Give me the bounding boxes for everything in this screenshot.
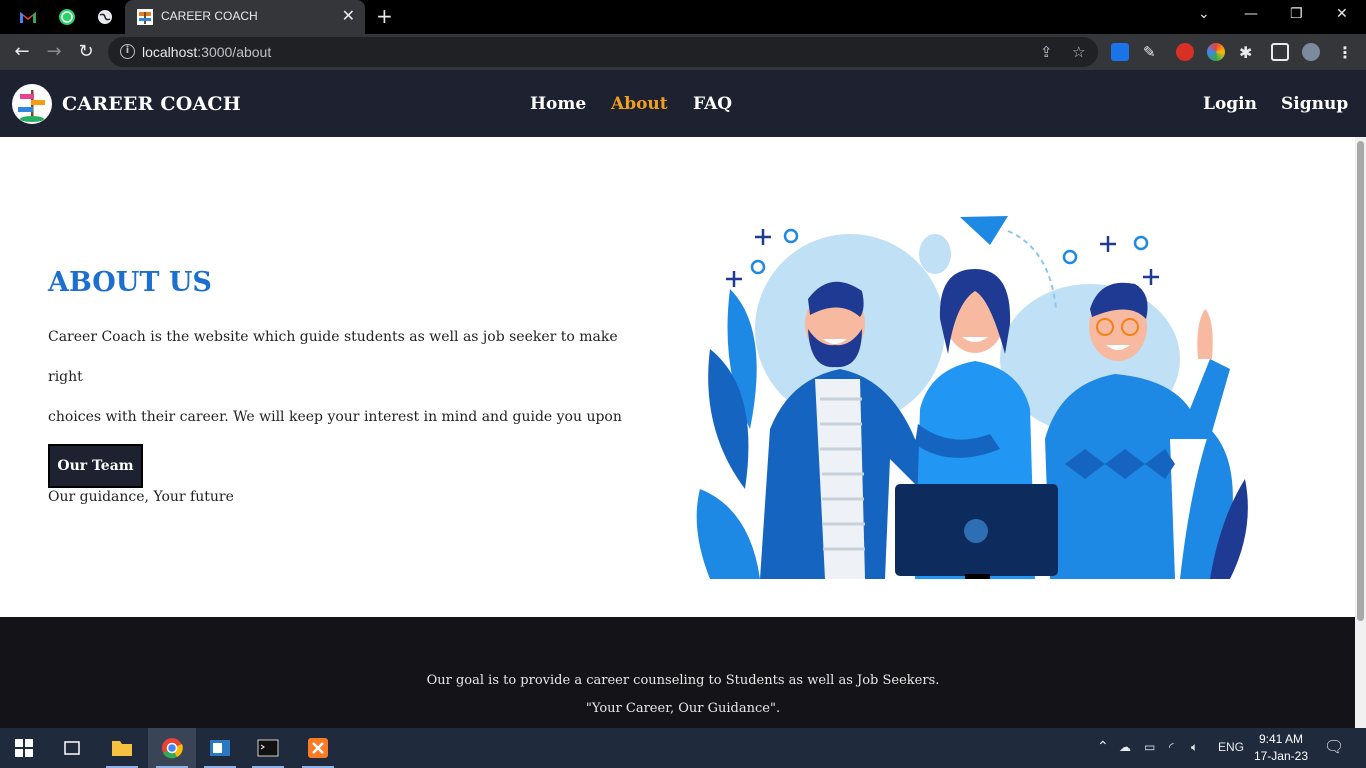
career-coach-favicon bbox=[137, 9, 153, 25]
about-line: Career Coach is the website which guide … bbox=[48, 329, 618, 385]
clock-time: 9:41 AM bbox=[1258, 732, 1303, 746]
browser-tab-strip: CAREER COACH ✕ + ⌄ — ❐ ✕ bbox=[0, 0, 1366, 34]
page-scrollbar[interactable] bbox=[1355, 137, 1366, 728]
chrome-taskbar-button[interactable] bbox=[148, 728, 196, 768]
site-footer: Our goal is to provide a career counseli… bbox=[0, 617, 1355, 728]
whatsapp-icon bbox=[59, 9, 75, 25]
brand-name[interactable]: CAREER COACH bbox=[62, 93, 241, 115]
menu-kebab-icon[interactable]: ⋮ bbox=[1336, 43, 1354, 62]
notifications-icon[interactable]: 🗨︎ bbox=[1324, 737, 1344, 757]
profile-avatar[interactable] bbox=[1302, 43, 1320, 61]
folder-icon bbox=[112, 741, 132, 756]
globe-pinned-tab[interactable] bbox=[94, 6, 116, 28]
file-explorer-button[interactable] bbox=[98, 728, 146, 768]
about-section: ABOUT US Career Coach is the website whi… bbox=[0, 137, 1355, 617]
nav-signup[interactable]: Signup bbox=[1281, 94, 1348, 114]
footer-slogan: "Your Career, Our Guidance". bbox=[585, 701, 781, 716]
side-panel-icon[interactable] bbox=[1271, 43, 1289, 61]
language-indicator[interactable]: ENG bbox=[1218, 740, 1244, 754]
color-extension-icon[interactable] bbox=[1207, 43, 1225, 61]
reload-icon[interactable]: ↻ bbox=[76, 42, 96, 62]
whatsapp-pinned-tab[interactable] bbox=[56, 6, 78, 28]
terminal-icon bbox=[257, 739, 279, 757]
address-bar[interactable]: i localhost:3000/about ⇪ ☆ bbox=[108, 37, 1098, 67]
share-icon[interactable]: ⇪ bbox=[1040, 43, 1053, 61]
gmail-icon bbox=[20, 12, 36, 23]
task-view-button[interactable] bbox=[48, 728, 96, 768]
windows-start-icon bbox=[15, 739, 33, 757]
back-arrow-icon[interactable]: ← bbox=[12, 42, 32, 62]
career-coach-logo[interactable] bbox=[12, 84, 52, 124]
bookmark-star-icon[interactable]: ☆ bbox=[1072, 43, 1085, 61]
gmail-pinned-tab[interactable] bbox=[17, 6, 39, 28]
new-tab-button[interactable]: + bbox=[376, 6, 393, 26]
close-tab-icon[interactable]: ✕ bbox=[342, 8, 355, 24]
nav-login[interactable]: Login bbox=[1203, 94, 1257, 114]
forward-arrow-icon[interactable]: → bbox=[44, 42, 64, 62]
browser-toolbar: ← → ↻ i localhost:3000/about ⇪ ☆ ✎ ✱ ⋮ bbox=[0, 34, 1366, 70]
window-app-icon bbox=[210, 740, 230, 756]
extensions-puzzle-icon[interactable]: ✱ bbox=[1239, 43, 1257, 62]
volume-icon[interactable]: 🔈︎ bbox=[1191, 740, 1198, 755]
terminal-taskbar-button[interactable] bbox=[244, 728, 292, 768]
extension-fi-icon[interactable] bbox=[1111, 43, 1129, 61]
chrome-icon bbox=[162, 738, 183, 759]
tab-title: CAREER COACH bbox=[161, 9, 258, 23]
vscode-like-taskbar-button[interactable] bbox=[196, 728, 244, 768]
clock-date: 17-Jan-23 bbox=[1253, 749, 1308, 763]
battery-icon[interactable]: ▭ bbox=[1144, 740, 1155, 754]
nav-faq[interactable]: FAQ bbox=[693, 94, 732, 114]
active-tab[interactable]: CAREER COACH ✕ bbox=[125, 0, 365, 34]
task-view-icon bbox=[64, 741, 80, 755]
restore-icon[interactable]: ❐ bbox=[1290, 6, 1303, 22]
windows-taskbar: ⌃ ☁ ▭ ◜ 🔈︎ ENG 9:41 AM 17-Jan-23 🗨︎ bbox=[0, 728, 1366, 768]
footer-goal: Our goal is to provide a career counseli… bbox=[426, 673, 940, 688]
start-button[interactable] bbox=[0, 728, 48, 768]
url-text: localhost:3000/about bbox=[142, 44, 272, 60]
close-window-icon[interactable]: ✕ bbox=[1336, 6, 1348, 22]
wifi-icon[interactable]: ◜ bbox=[1169, 740, 1174, 754]
adblock-extension-icon[interactable] bbox=[1176, 43, 1194, 61]
site-header: CAREER COACH Home About FAQ Login Signup bbox=[0, 70, 1366, 137]
xampp-taskbar-button[interactable] bbox=[294, 728, 342, 768]
pen-extension-icon[interactable]: ✎ bbox=[1143, 43, 1161, 61]
signpost-icon bbox=[18, 90, 45, 122]
about-title: ABOUT US bbox=[48, 267, 212, 298]
clock[interactable]: 9:41 AM 17-Jan-23 bbox=[1254, 731, 1308, 765]
nav-about[interactable]: About bbox=[611, 94, 668, 114]
tab-search-chevron-icon[interactable]: ⌄ bbox=[1198, 6, 1210, 22]
onedrive-cloud-icon[interactable]: ☁ bbox=[1119, 740, 1131, 754]
tray-chevron-up-icon[interactable]: ⌃ bbox=[1097, 738, 1109, 755]
minimize-icon[interactable]: — bbox=[1244, 6, 1258, 22]
globe-icon bbox=[98, 10, 112, 24]
team-illustration bbox=[696, 216, 1248, 579]
site-info-icon[interactable]: i bbox=[120, 44, 135, 59]
our-team-button[interactable]: Our Team bbox=[48, 444, 143, 488]
nav-home[interactable]: Home bbox=[530, 94, 586, 114]
scrollbar-thumb[interactable] bbox=[1357, 141, 1364, 621]
xampp-icon bbox=[308, 738, 328, 758]
